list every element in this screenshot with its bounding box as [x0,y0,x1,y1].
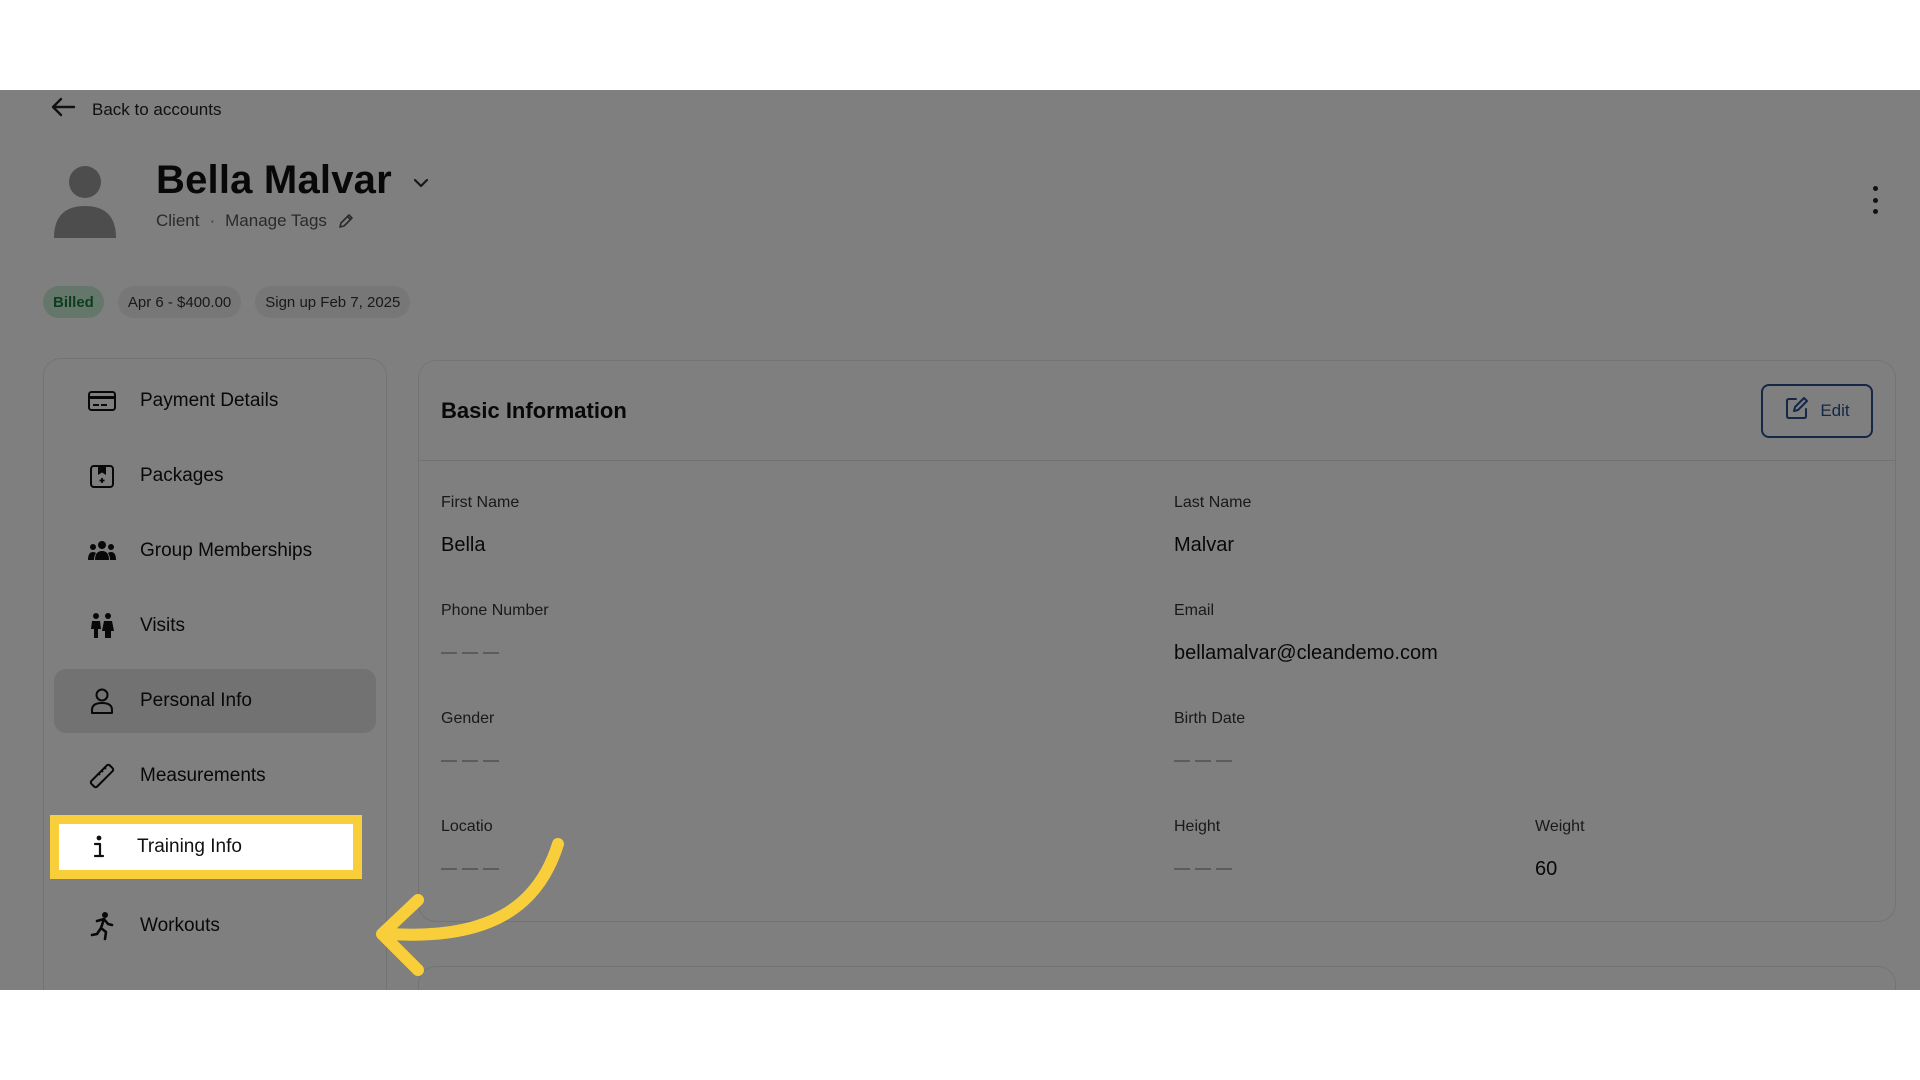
back-link-label: Back to accounts [92,99,222,119]
sidebar-item-measurements[interactable]: Measurements [54,744,376,808]
field-value: bellamalvar@cleandemo.com [1174,642,1438,664]
first-name-field: First Name Bella [441,494,519,557]
training-info-label: Training Info [137,836,242,857]
sidebar-item-group-memberships[interactable]: Group Memberships [54,519,376,583]
sidebar-item-label: Group Memberships [140,540,313,561]
avatar [52,160,118,240]
sidebar-item-label: Workouts [140,915,220,936]
phone-number-field: Phone Number [441,602,549,654]
last-name-field: Last Name Malvar [1174,494,1251,557]
weight-field: Weight 60 [1535,818,1585,881]
client-role: Client [156,211,200,230]
sidebar-item-personal-info[interactable]: Personal Info [54,669,376,733]
sidebar-item-label: Packages [140,465,224,486]
sidebar-item-workouts[interactable]: Workouts [54,894,376,958]
training-info-highlight[interactable]: Training Info [50,815,362,879]
field-label: Email [1174,602,1215,619]
edit-button-label: Edit [1820,400,1850,420]
signup-badge: Sign up Feb 7, 2025 [255,286,411,318]
chevron-down-icon[interactable] [410,172,432,194]
arrow-left-icon [50,96,76,123]
group-icon [86,535,118,567]
field-value: Malvar [1174,534,1235,556]
sidebar-item-payment-details[interactable]: Payment Details [54,369,376,433]
basic-information-card: Basic Information Edit First Name Bella … [418,360,1896,922]
manage-tags-link[interactable]: Manage Tags [225,211,327,231]
field-label: Height [1174,818,1221,835]
pencil-icon[interactable] [337,212,355,230]
sidebar-item-label: Visits [140,615,186,636]
client-name: Bella Malvar [156,158,392,202]
package-icon [86,460,118,492]
field-label: Birth Date [1174,710,1246,727]
field-label: Phone Number [441,602,549,619]
empty-value-placeholder [441,652,499,654]
field-label: Last Name [1174,494,1252,511]
ruler-icon [86,760,118,792]
separator-dot: · [209,211,216,230]
field-value: Bella [441,534,486,556]
sidebar-item-label: Measurements [140,765,266,786]
sidebar-item-packages[interactable]: Packages [54,444,376,508]
field-label: Weight [1535,818,1585,835]
sidebar-item-visits[interactable]: Visits [54,594,376,658]
empty-value-placeholder [1174,868,1232,870]
empty-value-placeholder [1174,760,1232,762]
email-field: Email bellamalvar@cleandemo.com [1174,602,1438,665]
edit-icon [1784,395,1810,426]
empty-value-placeholder [441,760,499,762]
field-label: First Name [441,494,520,511]
visits-icon [86,610,118,642]
edit-button[interactable]: Edit [1761,383,1873,438]
profile-header: Bella Malvar Client · Manage Tags [52,158,432,240]
more-options-icon[interactable] [1870,186,1880,214]
birth-date-field: Birth Date [1174,710,1245,762]
field-value: 60 [1535,858,1558,880]
credit-card-icon [86,385,118,417]
field-label: Locatio [441,818,493,835]
location-field: Locatio [441,818,499,870]
sidebar-item-label: Personal Info [140,690,252,711]
account-sidebar: Payment Details Packages Group Membershi… [43,358,387,990]
gender-field: Gender [441,710,499,762]
secondary-card [418,966,1896,990]
billed-badge: Billed [43,286,104,318]
info-icon [83,831,115,863]
height-field: Height [1174,818,1232,870]
empty-value-placeholder [441,868,499,870]
app-window: Back to accounts Bella Malvar Client · M… [0,90,1920,990]
payment-badge: Apr 6 - $400.00 [117,286,242,318]
running-icon [86,910,118,942]
sidebar-item-label: Payment Details [140,390,279,411]
field-label: Gender [441,710,495,727]
status-badges: Billed Apr 6 - $400.00 Sign up Feb 7, 20… [43,286,411,318]
card-title: Basic Information [441,397,627,423]
user-icon [86,685,118,717]
back-to-accounts-link[interactable]: Back to accounts [50,96,221,123]
